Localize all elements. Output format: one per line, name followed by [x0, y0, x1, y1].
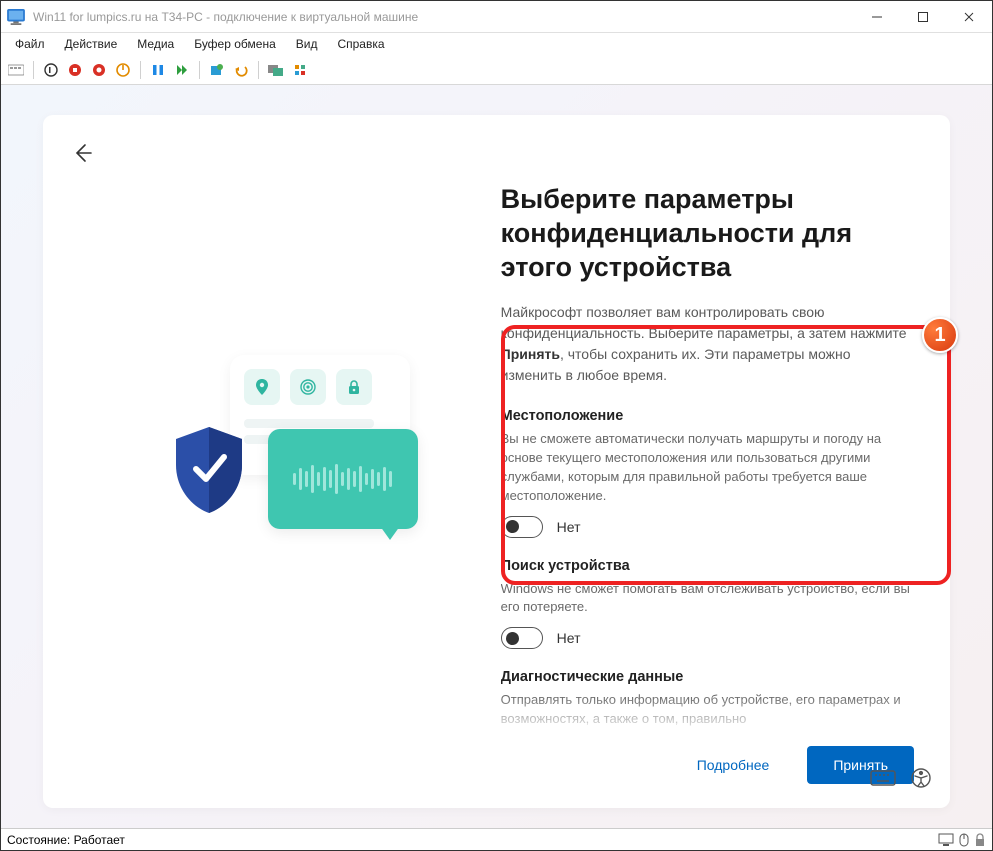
settings-list: Местоположение Вы не сможете автоматичес… [501, 398, 914, 736]
menu-media[interactable]: Медиа [127, 35, 184, 53]
status-mouse-icon [958, 833, 970, 847]
maximize-button[interactable] [900, 1, 946, 32]
setting-title: Поиск устройства [501, 558, 914, 574]
menu-clipboard[interactable]: Буфер обмена [184, 35, 286, 53]
checkpoint-button[interactable] [208, 61, 226, 79]
fingerprint-icon [290, 369, 326, 405]
minimize-button[interactable] [854, 1, 900, 32]
status-lock-icon [974, 833, 986, 847]
window-titlebar: Win11 for lumpics.ru на T34-PC - подключ… [1, 1, 992, 33]
setting-description: Отправлять только информацию об устройст… [501, 691, 914, 729]
location-toggle[interactable] [501, 516, 543, 538]
keyboard-icon[interactable] [870, 767, 896, 794]
pause-button[interactable] [149, 61, 167, 79]
setting-title: Местоположение [501, 408, 914, 424]
menu-file[interactable]: Файл [5, 35, 55, 53]
intro-text: Майкрософт позволяет вам контролировать … [501, 302, 914, 386]
window-title: Win11 for lumpics.ru на T34-PC - подключ… [33, 10, 854, 24]
shutdown-button[interactable] [90, 61, 108, 79]
accessibility-icon[interactable] [910, 767, 932, 794]
toggle-state-label: Нет [557, 519, 581, 535]
revert-button[interactable] [232, 61, 250, 79]
illustration [79, 143, 501, 790]
status-monitor-icon [938, 833, 954, 847]
menu-help[interactable]: Справка [327, 35, 394, 53]
setting-diagnostics: Диагностические данные Отправлять только… [501, 659, 914, 736]
padlock-icon [336, 369, 372, 405]
setting-description: Вы не сможете автоматически получать мар… [501, 430, 914, 505]
status-value: Работает [74, 833, 125, 847]
status-bar: Состояние: Работает [1, 828, 992, 850]
setting-find-device: Поиск устройства Windows не сможет помог… [501, 548, 914, 660]
app-icon [7, 9, 25, 25]
vm-display: Выберите параметры конфиденциальности дл… [1, 85, 992, 828]
annotation-badge: 1 [922, 317, 958, 353]
location-pin-icon [244, 369, 280, 405]
menu-action[interactable]: Действие [55, 35, 128, 53]
status-label: Состояние: [7, 833, 70, 847]
turnoff-button[interactable] [66, 61, 84, 79]
ctrl-alt-del-button[interactable] [7, 61, 25, 79]
reset-button[interactable] [173, 61, 191, 79]
back-button[interactable] [69, 141, 93, 165]
learn-more-button[interactable]: Подробнее [671, 746, 796, 784]
setting-description: Windows не сможет помогать вам отслежива… [501, 580, 914, 618]
menu-bar: Файл Действие Медиа Буфер обмена Вид Спр… [1, 33, 992, 55]
shield-check-icon [170, 425, 248, 515]
close-button[interactable] [946, 1, 992, 32]
find-device-toggle[interactable] [501, 627, 543, 649]
start-button[interactable] [42, 61, 60, 79]
page-heading: Выберите параметры конфиденциальности дл… [501, 183, 914, 284]
enhanced-session-button[interactable] [267, 61, 285, 79]
share-button[interactable] [291, 61, 309, 79]
vm-toolbar [1, 55, 992, 85]
menu-view[interactable]: Вид [286, 35, 328, 53]
toggle-state-label: Нет [557, 630, 581, 646]
save-button[interactable] [114, 61, 132, 79]
oobe-panel: Выберите параметры конфиденциальности дл… [43, 115, 950, 808]
setting-title: Диагностические данные [501, 669, 914, 685]
setting-location: Местоположение Вы не сможете автоматичес… [501, 398, 914, 547]
